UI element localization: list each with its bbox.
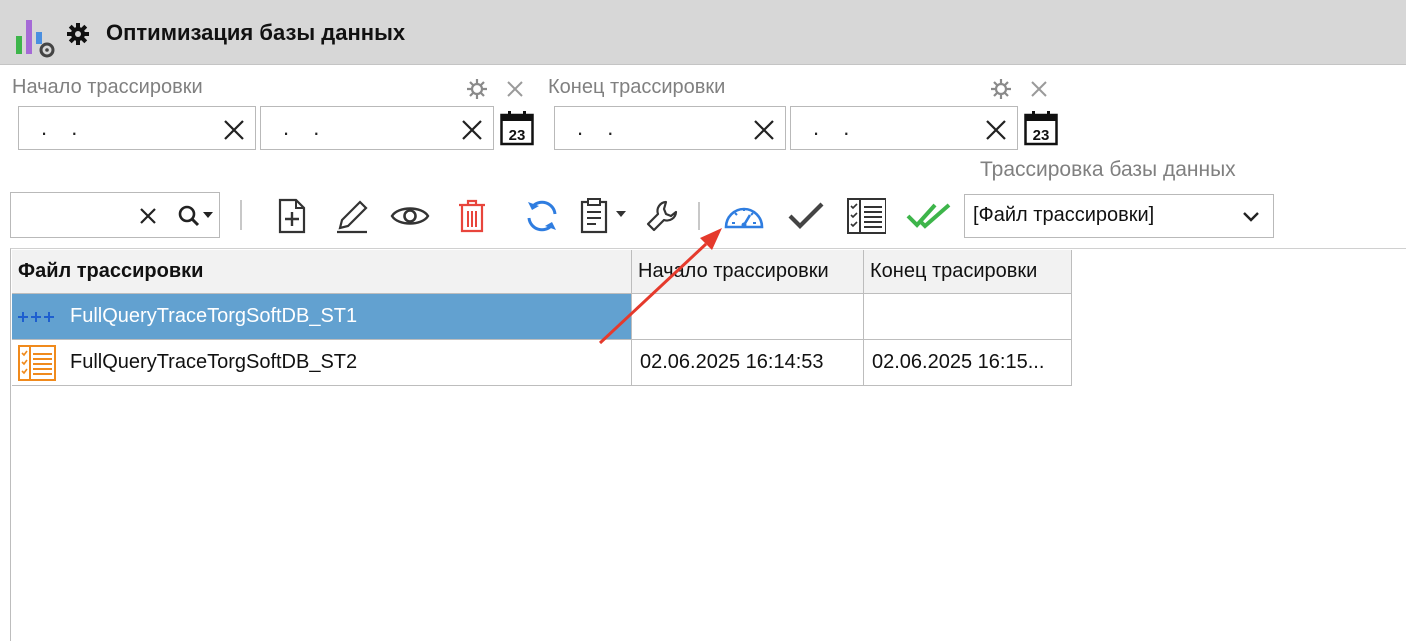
apply-all-button[interactable]: [906, 196, 952, 236]
gear-icon[interactable]: [66, 22, 90, 46]
table-row-cell-file[interactable]: FullQueryTraceTorgSoftDB_ST2: [12, 340, 632, 386]
calendar-icon[interactable]: 23: [500, 110, 534, 146]
start-filter-settings-icon[interactable]: [466, 78, 488, 100]
svg-text:23: 23: [509, 127, 526, 144]
refresh-icon: [527, 200, 557, 232]
end-trace-label: Конец трассировки: [548, 76, 726, 98]
analytics-settings-icon: [16, 20, 55, 58]
report-dropdown-button[interactable]: [578, 196, 632, 236]
add-document-icon: [278, 198, 306, 234]
clear-icon[interactable]: [985, 119, 1007, 141]
speedometer-icon: [724, 207, 764, 229]
start-trace-label: Начало трассировки: [12, 76, 203, 98]
svg-text:23: 23: [1033, 127, 1050, 144]
title-bar: Оптимизация базы данных: [0, 0, 1406, 65]
trash-icon: [459, 199, 485, 233]
end-date-from-field[interactable]: . .: [554, 106, 786, 150]
eye-icon: [390, 207, 430, 225]
apply-button[interactable]: [786, 196, 826, 236]
tools-button[interactable]: [642, 196, 682, 236]
end-date-to-field[interactable]: . .: [790, 106, 1018, 150]
table-row-cell-start[interactable]: [632, 294, 864, 340]
database-trace-label: Трассировка базы данных: [980, 158, 1236, 181]
performance-analysis-button[interactable]: [722, 196, 766, 236]
chevron-down-icon[interactable]: [1241, 208, 1261, 226]
add-button[interactable]: [272, 196, 312, 236]
table-row-cell-start[interactable]: 02.06.2025 16:14:53: [632, 340, 864, 386]
double-checkmark-icon: [906, 203, 951, 229]
table-row-cell-end[interactable]: [864, 294, 1072, 340]
clear-icon[interactable]: [461, 119, 483, 141]
checklist-icon: [847, 198, 886, 234]
trace-running-icon: [18, 312, 54, 322]
calendar-icon[interactable]: 23: [1024, 110, 1058, 146]
edit-button[interactable]: [332, 196, 372, 236]
toolbar-separator: [698, 202, 700, 230]
file-name: FullQueryTraceTorgSoftDB_ST2: [70, 351, 358, 373]
file-name: FullQueryTraceTorgSoftDB_ST1: [70, 305, 358, 327]
clipboard-icon: [580, 198, 626, 234]
start-filter-close-icon[interactable]: [506, 80, 524, 98]
column-header-file[interactable]: Файл трассировки: [12, 250, 632, 294]
checklist-button[interactable]: [846, 196, 886, 236]
wrench-icon: [646, 200, 678, 232]
start-date-from-field[interactable]: . .: [18, 106, 256, 150]
column-header-end[interactable]: Конец трасировки: [864, 250, 1072, 294]
pencil-icon: [337, 200, 368, 234]
clear-search-icon[interactable]: [139, 207, 157, 225]
column-header-start[interactable]: Начало трассировки: [632, 250, 864, 294]
delete-button[interactable]: [452, 196, 492, 236]
search-input[interactable]: [10, 192, 220, 238]
start-date-to-field[interactable]: . .: [260, 106, 494, 150]
group-by-select[interactable]: [Файл трассировки]: [964, 194, 1274, 238]
toolbar-separator: [240, 200, 242, 230]
refresh-button[interactable]: [522, 196, 562, 236]
search-icon[interactable]: [177, 204, 217, 228]
end-filter-settings-icon[interactable]: [990, 78, 1012, 100]
end-filter-close-icon[interactable]: [1030, 80, 1048, 98]
trace-list-icon: [18, 345, 56, 381]
table-row-cell-file[interactable]: FullQueryTraceTorgSoftDB_ST1: [12, 294, 632, 340]
checkmark-icon: [788, 202, 824, 229]
clear-icon[interactable]: [753, 119, 775, 141]
clear-icon[interactable]: [223, 119, 245, 141]
window-title: Оптимизация базы данных: [106, 20, 406, 45]
table-row-cell-end[interactable]: 02.06.2025 16:15...: [864, 340, 1072, 386]
view-button[interactable]: [390, 196, 430, 236]
